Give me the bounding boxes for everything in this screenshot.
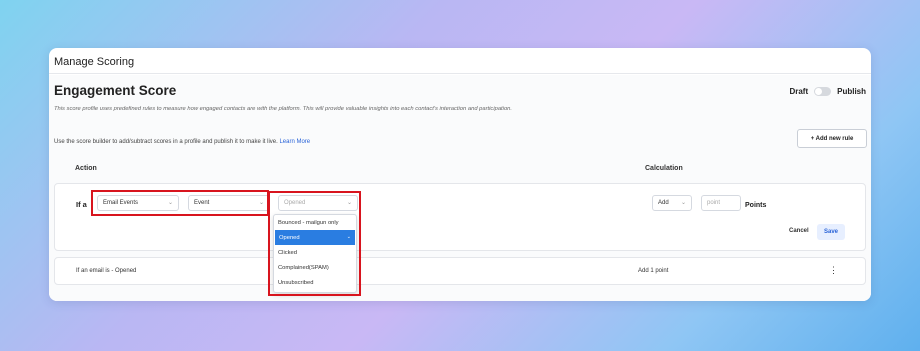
rule-description: If an email is - Opened — [76, 268, 137, 274]
page-description: This score profile uses predefined rules… — [54, 106, 513, 112]
manage-scoring-window: Manage Scoring Engagement Score This sco… — [49, 48, 871, 301]
points-label: Points — [745, 202, 767, 209]
highlight-box — [91, 190, 269, 216]
rule-row: If an email is - Opened Add 1 point ⋮ — [54, 257, 866, 285]
publish-toggle-group: Draft Publish — [789, 87, 866, 96]
builder-note: Use the score builder to add/subtract sc… — [54, 139, 310, 145]
publish-label: Publish — [837, 87, 866, 96]
add-new-rule-button[interactable]: + Add new rule — [797, 129, 867, 148]
cancel-button[interactable]: Cancel — [789, 228, 809, 234]
publish-toggle[interactable] — [814, 87, 832, 96]
calculation-column-header: Calculation — [645, 165, 683, 172]
builder-note-text: Use the score builder to add/subtract sc… — [54, 139, 278, 145]
page-body: Engagement Score This score profile uses… — [49, 75, 871, 301]
learn-more-link[interactable]: Learn More — [279, 139, 310, 145]
rule-editor-card: If a Email Events ⌄ Event ⌄ Opened ⌄ Add… — [54, 183, 866, 251]
page-title: Engagement Score — [54, 83, 177, 98]
operation-value: Add — [658, 200, 669, 206]
points-placeholder: point — [707, 200, 721, 206]
chevron-down-icon: ⌄ — [680, 200, 686, 206]
window-title: Manage Scoring — [49, 48, 871, 74]
action-column-header: Action — [75, 165, 97, 172]
rule-calculation: Add 1 point — [638, 268, 669, 274]
draft-label: Draft — [789, 87, 809, 96]
dropdown-highlight-box — [268, 191, 361, 296]
operation-select[interactable]: Add ⌄ — [652, 195, 692, 211]
if-label: If a — [76, 200, 87, 209]
save-button[interactable]: Save — [817, 224, 845, 240]
points-input[interactable]: point — [701, 195, 741, 211]
more-options-icon[interactable]: ⋮ — [829, 265, 838, 275]
